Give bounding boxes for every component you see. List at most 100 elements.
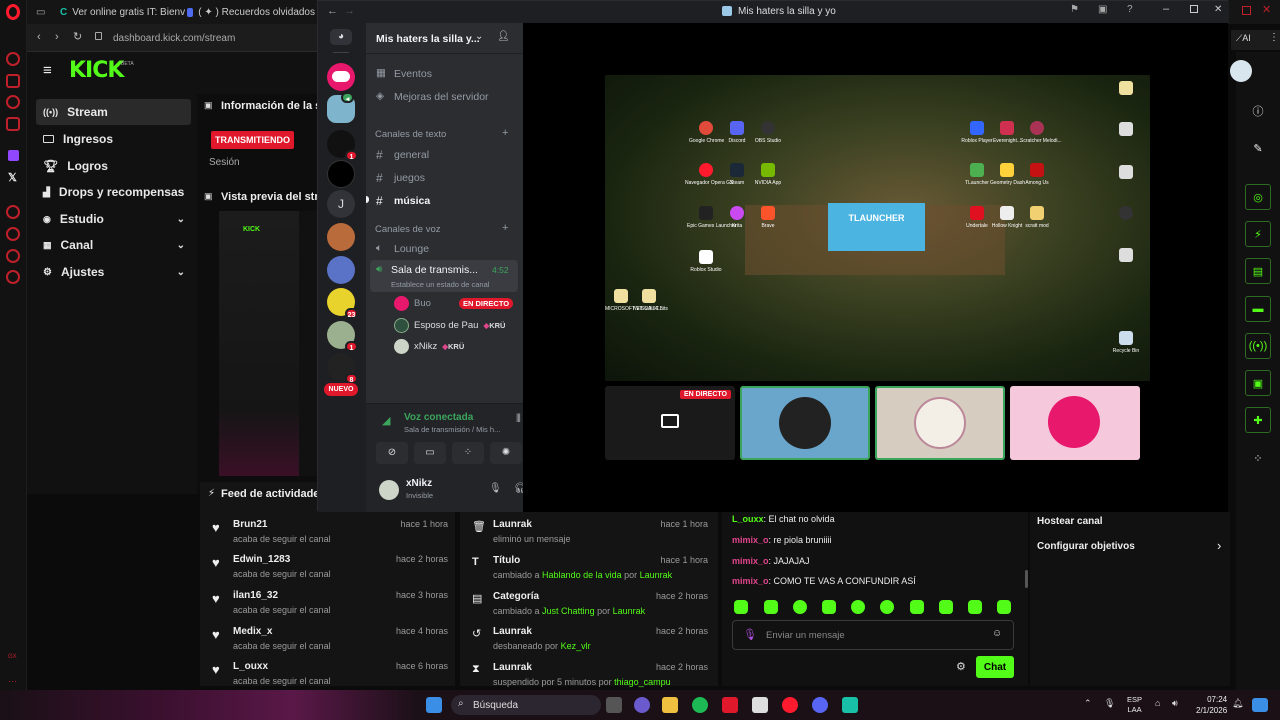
server-j-icon[interactable]: J [327,190,355,218]
taskbar-search[interactable]: ⌕ Búsqueda [451,695,601,715]
opera-box-icon[interactable] [6,249,20,263]
tlauncher-window[interactable]: TLAUNCHER [828,203,925,251]
opera-music-icon[interactable] [6,205,20,219]
clock[interactable]: 07:24 2/1/2026 [1196,694,1227,716]
twitch-icon[interactable] [8,150,19,161]
activities-button[interactable]: ⁘ [452,442,484,464]
app-icon[interactable] [842,697,858,713]
clipboard-icon[interactable]: ▤ [1245,258,1271,284]
voice-connected-label[interactable]: Voz conectada [404,412,473,423]
lightning-icon[interactable]: ⚡︎ [1245,221,1271,247]
avatar[interactable] [379,480,399,500]
server-icon[interactable] [327,160,355,188]
voice-connected-sub[interactable]: Sala de transmisión / Mis h... [404,425,500,434]
server-icon[interactable]: 1 [327,130,358,161]
forward-icon[interactable]: → [344,5,355,17]
chat-settings-icon[interactable]: ⚙ [956,660,966,673]
emote-icon[interactable] [997,600,1011,614]
app-icon[interactable] [722,697,738,713]
emote-icon[interactable] [822,600,836,614]
nav-logros[interactable]: 🏆︎ Logros [36,153,191,179]
broadcast-icon[interactable]: ((•)) [1245,333,1271,359]
server-icon[interactable]: 1 [327,321,358,352]
voice-category[interactable]: Canales de voz [375,224,440,235]
store-icon[interactable] [752,697,768,713]
language-indicator[interactable]: ESP LAA [1127,695,1142,715]
opera-bag-icon[interactable] [6,74,20,88]
emote-icon[interactable] [851,600,865,614]
flag-icon[interactable]: ⚑ [1070,4,1079,15]
minimize-icon[interactable]: – [1163,3,1169,15]
text-category[interactable]: Canales de texto [375,129,446,140]
file-explorer-icon[interactable] [662,697,678,713]
info-icon[interactable]: ⓘ [1245,98,1271,124]
opera-settings-icon[interactable] [6,270,20,284]
url-field[interactable]: dashboard.kick.com/stream [113,33,235,44]
more-icon[interactable]: ··· [8,676,17,686]
add-channel-icon[interactable]: + [502,222,508,234]
opera-gx-icon[interactable] [782,697,798,713]
maximize-icon[interactable] [1190,5,1198,13]
nav-stream[interactable]: ((•)) Stream [36,99,191,125]
kick-logo[interactable]: KICK [69,58,124,83]
soundboard-button[interactable]: ✺ [490,442,522,464]
reload-icon[interactable]: ↻ [73,30,82,43]
server-icon[interactable] [327,256,355,284]
camera-off-button[interactable]: ⊘ [376,442,408,464]
taskview-icon[interactable] [606,697,622,713]
host-channel-link[interactable]: Hostear canal [1037,516,1103,527]
opera-whatsapp-icon[interactable] [6,117,20,131]
boost-link[interactable]: Mejoras del servidor [394,91,489,103]
microphone-icon[interactable]: 🎙︎ [1104,698,1115,709]
nav-drops[interactable]: ▟ Drops y recompensas [36,179,191,205]
voice-user[interactable]: xNikz ◆KRÜ [394,338,464,354]
participant-tile[interactable] [1010,386,1140,460]
x-icon[interactable]: 𝕏 [8,171,17,184]
emote-icon[interactable] [910,600,924,614]
chevron-down-icon[interactable]: ⌄ [475,31,483,42]
stream-preview[interactable]: KICK [219,211,317,476]
notification-bell-icon[interactable]: 🔔︎ [1232,698,1243,709]
chat-input[interactable]: 🎙︎ Enviar un mensaje ☺ [732,620,1014,650]
server-icon[interactable]: 8 [327,353,358,384]
snap-icon[interactable] [1242,6,1251,15]
layout-icon[interactable]: ▣ [1245,370,1271,396]
channel-lounge[interactable]: Lounge [394,243,429,255]
participant-tile[interactable] [875,386,1005,460]
nav-canal[interactable]: ▦ Canal ⌄ [36,232,191,258]
emote-icon[interactable] [968,600,982,614]
discord-home-icon[interactable]: ◕ [330,29,352,45]
app-icon[interactable] [634,697,650,713]
server-icon[interactable]: 23 [327,288,358,319]
hamburger-icon[interactable]: ≡ [43,62,52,79]
stream-screen[interactable]: TLAUNCHER Google Chrome Discord OBS Stud… [605,75,1150,381]
channel-juegos[interactable]: juegos [394,172,425,184]
configure-goals-link[interactable]: Configurar objetivos [1037,541,1135,552]
wrench-icon[interactable]: ✚ [1245,407,1271,433]
volume-icon[interactable]: 🔊︎ [1172,698,1178,709]
channel-musica[interactable]: música [394,195,430,207]
close-browser-icon[interactable]: ✕ [1262,3,1271,16]
spotify-icon[interactable] [692,697,708,713]
opera-history-icon[interactable] [6,227,20,241]
nav-ingresos[interactable]: Ingresos [36,126,191,152]
chat-send-button[interactable]: Chat [976,656,1014,678]
network-icon[interactable]: ⌂ [1155,698,1160,708]
events-link[interactable]: Eventos [394,68,432,80]
username[interactable]: xNikz [406,478,432,489]
close-icon[interactable]: ✕ [1214,4,1222,15]
start-icon[interactable] [426,697,442,713]
server-icon[interactable] [327,63,355,91]
tab-2[interactable]: ( ✦ ) Recuerdos olvidados [187,4,315,20]
voice-user[interactable]: Esposo de Pau ◆KRÜ [394,317,505,333]
forward-icon[interactable]: › [55,31,59,43]
tab-switcher-icon[interactable]: ▭ [36,4,48,20]
add-channel-icon[interactable]: + [502,127,508,139]
stage-status[interactable]: Establece un estado de canal [391,280,489,289]
aria-ai-button[interactable]: ⟋AI [1236,33,1251,44]
emote-icon[interactable] [764,600,778,614]
signal-icon[interactable]: ◢ [382,414,390,427]
chat-scrollbar[interactable] [1025,570,1028,588]
emoji-icon[interactable]: ☺ [992,628,1002,639]
voice-user[interactable]: Buo EN DIRECTO [394,295,514,311]
